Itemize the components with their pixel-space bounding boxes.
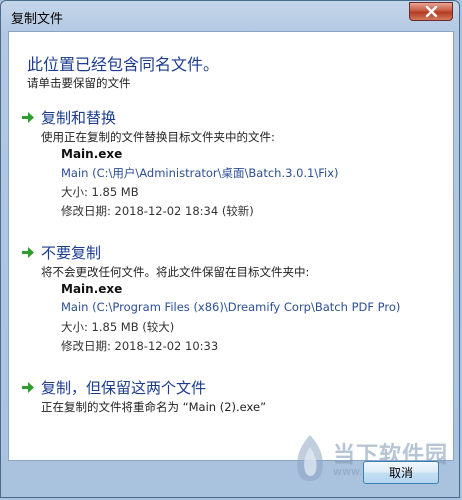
dialog-content: 此位置已经包含同名文件。 请单击要保留的文件 复制和替换 使用正在复制的文件替换…: [8, 31, 454, 461]
file-path: Main (C:\Program Files (x86)\Dreamify Co…: [61, 300, 401, 314]
option-title: 不要复制: [41, 244, 102, 262]
dialog-window: 复制文件 此位置已经包含同名文件。 请单击要保留的文件 复制和替换 使用正在复制…: [0, 0, 460, 498]
option-title: 复制和替换: [41, 109, 117, 127]
file-size: 大小: 1.85 MB: [61, 185, 139, 199]
option-title: 复制，但保留这两个文件: [41, 379, 207, 397]
file-modified: 修改日期: 2018-12-02 18:34 (较新): [61, 204, 254, 218]
dialog-subheading: 请单击要保留的文件: [27, 76, 131, 90]
file-path: Main (C:\用户\Administrator\桌面\Batch.3.0.1…: [61, 166, 339, 180]
cancel-button[interactable]: 取消: [363, 461, 439, 484]
window-title: 复制文件: [11, 12, 64, 27]
option-description: 正在复制的文件将重命名为 “Main (2).exe”: [41, 400, 267, 414]
watermark-logo-icon: [297, 435, 323, 481]
close-icon: [425, 6, 438, 18]
option-keep-both[interactable]: 复制，但保留这两个文件 正在复制的文件将重命名为 “Main (2).exe”: [19, 377, 439, 422]
file-info: Main.exe Main (C:\用户\Administrator\桌面\Ba…: [61, 147, 339, 222]
green-arrow-icon: [22, 382, 34, 393]
option-dont-copy[interactable]: 不要复制 将不会更改任何文件。将此文件保留在目标文件夹中: Main.exe M…: [19, 242, 439, 353]
close-button[interactable]: [409, 2, 453, 21]
option-description: 将不会更改任何文件。将此文件保留在目标文件夹中:: [41, 265, 310, 279]
file-name: Main.exe: [61, 147, 123, 161]
green-arrow-icon: [22, 247, 34, 258]
title-bar[interactable]: 复制文件: [1, 1, 459, 31]
file-size: 大小: 1.85 MB (较大): [61, 320, 175, 334]
option-description: 使用正在复制的文件替换目标文件夹中的文件:: [41, 130, 275, 144]
dialog-heading: 此位置已经包含同名文件。: [27, 55, 220, 74]
dialog-footer: 当下软件园 www.downxia.com 取消: [1, 435, 461, 499]
option-copy-and-replace[interactable]: 复制和替换 使用正在复制的文件替换目标文件夹中的文件: Main.exe Mai…: [19, 107, 439, 218]
file-info: Main.exe Main (C:\Program Files (x86)\Dr…: [61, 282, 400, 357]
file-modified: 修改日期: 2018-12-02 10:33: [61, 339, 219, 353]
file-name: Main.exe: [61, 282, 123, 296]
green-arrow-icon: [22, 112, 34, 123]
